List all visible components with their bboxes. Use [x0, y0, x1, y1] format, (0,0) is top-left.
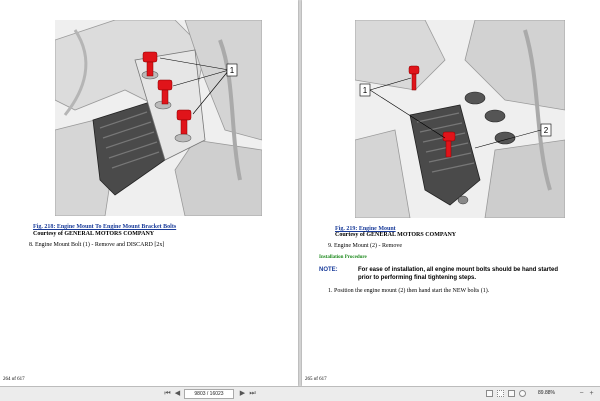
continuous-view-icon[interactable] — [508, 390, 515, 397]
page-265: 1 2 Fig. 219: Engine Mount Courtesy of G… — [302, 0, 600, 386]
engine-illustration: 1 2 — [355, 20, 565, 218]
figure-caption[interactable]: Fig. 218: Engine Mount To Engine Mount B… — [33, 224, 176, 230]
next-page-icon[interactable]: ▶ — [238, 389, 247, 398]
courtesy-line: Courtesy of GENERAL MOTORS COMPANY — [33, 231, 155, 237]
callout-2: 2 — [544, 126, 549, 135]
last-page-icon[interactable]: ⏭ — [248, 389, 257, 398]
engine-mount-bracket-bolts-figure: 1 — [55, 20, 262, 216]
step-text: 8. Engine Mount Bolt (1) - Remove and DI… — [29, 242, 165, 248]
page-number: 264 of 617 — [3, 377, 25, 382]
engine-mount-figure: 1 2 — [355, 20, 565, 218]
two-page-view-icon[interactable] — [497, 390, 504, 397]
fit-width-icon[interactable] — [519, 390, 526, 397]
document-viewer: 1 Fig. 218: Engine Mount To Engine Mount… — [0, 0, 600, 386]
note-text: For ease of installation, all engine mou… — [358, 267, 559, 281]
step-text: 9. Engine Mount (2) - Remove — [328, 243, 402, 249]
zoom-level[interactable]: 89.88% — [538, 390, 555, 396]
callout-1: 1 — [230, 66, 235, 75]
step-text: 1. Position the engine mount (2) then ha… — [328, 288, 490, 294]
zoom-in-icon[interactable]: + — [587, 389, 596, 398]
note-label: NOTE: — [319, 267, 338, 273]
single-page-view-icon[interactable] — [486, 390, 493, 397]
page-number: 265 of 617 — [305, 377, 327, 382]
prev-page-icon[interactable]: ◀ — [173, 389, 182, 398]
courtesy-line: Courtesy of GENERAL MOTORS COMPANY — [335, 232, 457, 238]
callout-1: 1 — [363, 86, 368, 95]
page-number-input[interactable]: 9803 / 16023 — [184, 389, 234, 399]
viewer-toolbar: ⏮ ◀ 9803 / 16023 ▶ ⏭ 89.88% − + — [0, 386, 600, 401]
page-264: 1 Fig. 218: Engine Mount To Engine Mount… — [0, 0, 298, 386]
first-page-icon[interactable]: ⏮ — [163, 389, 172, 398]
procedure-heading: Installation Procedure — [319, 255, 367, 260]
engine-illustration: 1 — [55, 20, 262, 216]
zoom-out-icon[interactable]: − — [577, 389, 586, 398]
